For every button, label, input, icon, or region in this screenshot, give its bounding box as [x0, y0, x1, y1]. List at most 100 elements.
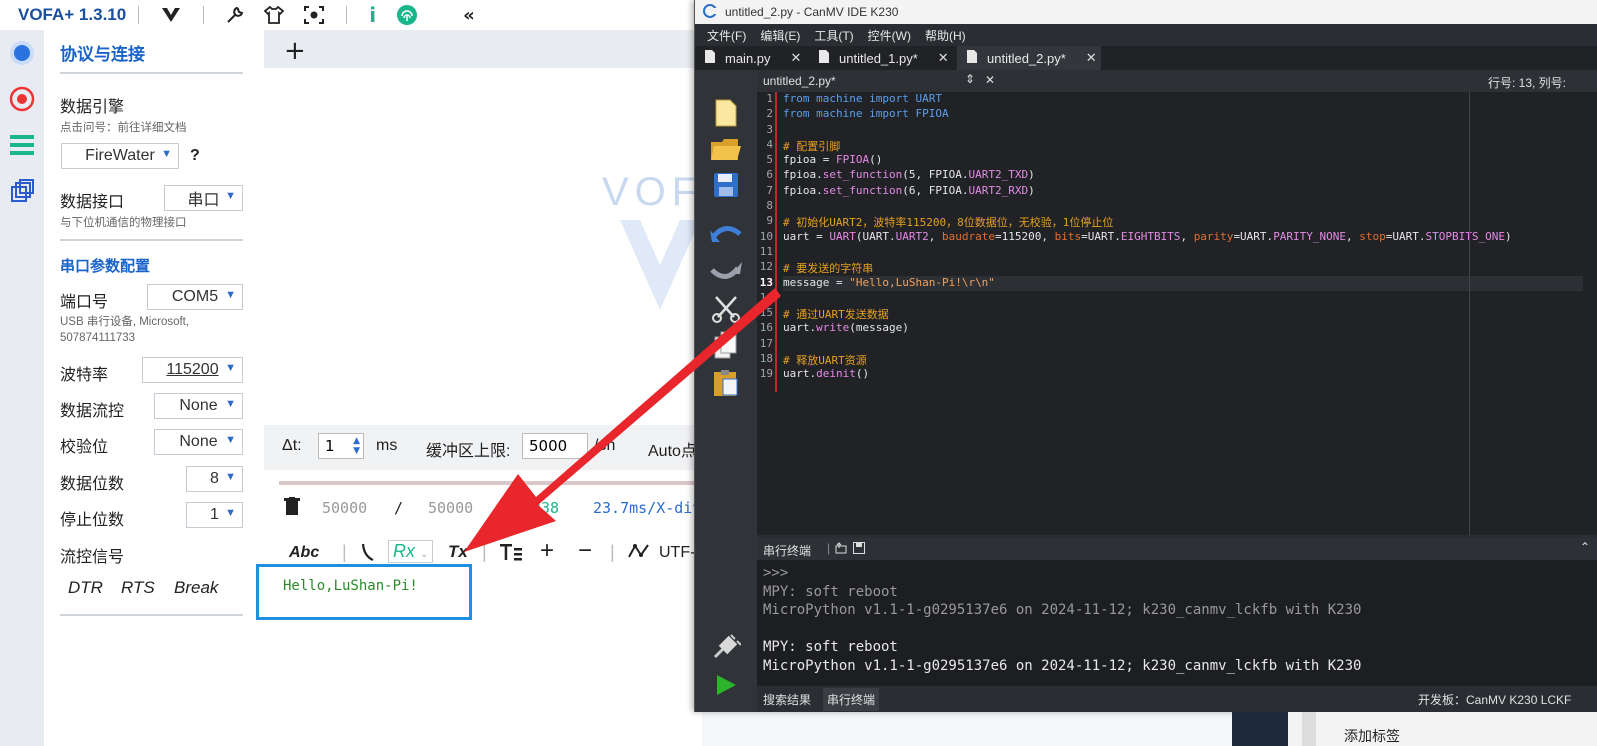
terminal-open-icon[interactable] — [835, 542, 847, 557]
add-tag-label[interactable]: 添加标签 — [1344, 726, 1400, 746]
close-icon[interactable]: ✕ — [1086, 50, 1097, 66]
search-results-tab[interactable]: 搜索结果 — [763, 691, 811, 708]
line-number: 8 — [766, 199, 773, 213]
paste-icon[interactable] — [709, 366, 743, 400]
serial-terminal-tab[interactable]: 串行终端 — [823, 688, 880, 711]
code-line-19: uart.deinit() — [783, 367, 870, 381]
collapse-icon[interactable]: « — [463, 5, 475, 26]
rx-toggle[interactable]: Rx ⌄ — [388, 540, 434, 563]
waveform-icon[interactable] — [628, 542, 650, 565]
file-icon — [705, 50, 715, 66]
parity-select[interactable]: None ▼ — [154, 429, 243, 455]
line-number-current: 13 — [759, 275, 773, 289]
close-icon[interactable]: ✕ — [938, 50, 949, 66]
dropdown-arrow-icon: ▼ — [225, 289, 236, 301]
help-button[interactable]: ? — [190, 147, 200, 165]
interface-hint: 与下位机通信的物理接口 — [60, 217, 187, 229]
interface-select[interactable]: 串口 ▼ — [164, 185, 243, 211]
run-icon[interactable] — [709, 668, 743, 702]
rx-text-box[interactable]: Hello,LuShan-Pi! — [256, 564, 472, 620]
stopbits-select[interactable]: 1 ▼ — [186, 502, 243, 528]
windows-icon[interactable] — [7, 176, 37, 206]
buffer-input[interactable]: 5000 — [522, 433, 588, 459]
redo-icon[interactable] — [709, 254, 743, 288]
new-file-icon[interactable] — [709, 96, 743, 130]
line-number: 12 — [759, 260, 773, 274]
panel-title: 协议与连接 — [60, 45, 145, 64]
engine-select[interactable]: FireWater ▼ — [61, 143, 179, 169]
shirt-icon[interactable] — [264, 6, 285, 24]
interface-value: 串口 — [187, 192, 220, 209]
code-line-4: # 配置引脚 — [783, 139, 841, 153]
list-icon[interactable] — [7, 130, 37, 160]
engine-hint[interactable]: 点击问号：前往详细文档 — [60, 120, 187, 136]
serial-terminal[interactable]: >>> MPY: soft reboot MicroPython v1.1-1-… — [757, 560, 1597, 686]
tab-untitled-2[interactable]: untitled_2.py* ✕ — [957, 46, 1101, 70]
menu-edit[interactable]: 编辑(E) — [760, 27, 800, 44]
editor-tabs: main.py ✕ untitled_1.py* ✕ untitled_2.py… — [695, 46, 1597, 70]
dtr-button[interactable]: DTR — [68, 578, 103, 598]
databits-select[interactable]: 8 ▼ — [186, 466, 243, 492]
add-tab-button[interactable]: + — [284, 36, 306, 66]
menu-widgets[interactable]: 控件(W) — [868, 27, 911, 44]
encoding-label[interactable]: UTF- — [659, 544, 695, 562]
divider — [203, 6, 205, 24]
fingerprint-icon[interactable] — [396, 4, 418, 26]
spin-arrows-icon[interactable]: ▲ ▼ — [353, 436, 360, 456]
tab-untitled-1[interactable]: untitled_1.py* ✕ — [819, 46, 953, 70]
save-icon[interactable] — [709, 168, 743, 202]
line-number: 4 — [766, 137, 773, 151]
wrench-icon[interactable] — [226, 6, 244, 24]
chevron-up-icon[interactable]: ⌃ — [1580, 540, 1590, 554]
open-folder-icon[interactable] — [709, 132, 743, 166]
current-file[interactable]: untitled_2.py* — [763, 74, 836, 88]
connection-icon[interactable] — [7, 38, 37, 68]
menu-help[interactable]: 帮助(H) — [925, 27, 966, 44]
plus-icon[interactable]: + — [540, 537, 554, 565]
flow-select[interactable]: None ▼ — [154, 393, 243, 419]
menu-tools[interactable]: 工具(T) — [814, 27, 853, 44]
trash-icon[interactable] — [284, 497, 300, 520]
code-line-16: uart.write(message) — [783, 321, 909, 335]
port-select[interactable]: COM5 ▼ — [147, 284, 243, 310]
cut-icon[interactable] — [709, 292, 743, 326]
dt-spinbox[interactable]: 1 ▲ ▼ — [318, 433, 364, 459]
port-value: COM5 — [171, 288, 219, 305]
splitter[interactable] — [1469, 92, 1470, 535]
menu-file[interactable]: 文件(F) — [707, 27, 746, 44]
undo-icon[interactable] — [709, 216, 743, 250]
buffer-label: 缓冲区上限: — [426, 443, 511, 460]
copy-icon[interactable] — [709, 328, 743, 362]
auto-label[interactable]: Auto点 — [648, 437, 697, 461]
close-icon[interactable]: ✕ — [985, 73, 995, 87]
flowsig-label: 流控信号 — [60, 549, 125, 566]
connect-plug-icon[interactable] — [709, 630, 743, 664]
ms-label: ms — [376, 437, 398, 454]
baud-value[interactable]: 115200 — [166, 361, 218, 379]
file-switch-icon[interactable]: ⇕ — [965, 72, 975, 86]
record-icon[interactable] — [7, 84, 37, 114]
text-mode-button[interactable]: Abc — [289, 544, 319, 562]
tab-main[interactable]: main.py ✕ — [705, 46, 819, 70]
minus-icon[interactable]: − — [578, 537, 592, 565]
tx-toggle[interactable]: Tx — [448, 542, 468, 562]
code-editor[interactable]: 1 2 3 4 5 6 7 8 9 10 11 12 13 14 15 16 1… — [757, 92, 1597, 535]
stopbits-value: 1 — [210, 506, 219, 523]
text-format-icon[interactable] — [500, 542, 522, 567]
break-button[interactable]: Break — [174, 578, 218, 598]
code-line-9: # 初始化UART2，波特率115200，8位数据位，无校验，1位停止位 — [783, 216, 1114, 230]
capture-icon[interactable] — [304, 6, 325, 24]
databits-value: 8 — [210, 470, 219, 487]
tab-strip: + — [264, 30, 702, 68]
line-number: 2 — [766, 107, 773, 121]
close-icon[interactable]: ✕ — [791, 50, 802, 66]
terminal-save-icon[interactable] — [853, 542, 865, 557]
nav-rail — [0, 30, 44, 746]
baud-select[interactable]: 115200 ▼ — [142, 357, 243, 383]
rts-button[interactable]: RTS — [121, 578, 155, 598]
divider: | — [610, 542, 615, 562]
vofa-logo-icon[interactable] — [161, 7, 181, 23]
info-icon[interactable]: i — [369, 3, 376, 27]
canmv-ide-window: untitled_2.py - CanMV IDE K230 文件(F) 编辑(… — [694, 0, 1597, 712]
